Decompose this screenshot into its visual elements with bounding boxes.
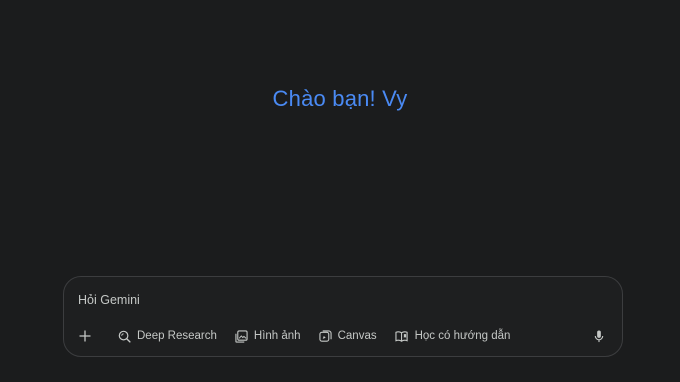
image-button[interactable]: Hình ảnh — [231, 325, 305, 347]
deep-research-button[interactable]: Deep Research — [114, 325, 221, 347]
prompt-composer: Deep Research Hình ảnh Canvas — [63, 276, 623, 357]
gemini-home: Chào bạn! Vy Deep Research — [0, 0, 680, 382]
canvas-button[interactable]: Canvas — [315, 325, 381, 347]
deep-research-icon — [118, 330, 131, 343]
plus-icon — [79, 330, 91, 342]
add-button[interactable] — [74, 325, 96, 347]
deep-research-label: Deep Research — [137, 330, 217, 342]
image-icon — [235, 329, 248, 343]
microphone-button[interactable] — [590, 327, 608, 345]
image-label: Hình ảnh — [253, 330, 301, 342]
guided-learning-button[interactable]: Học có hướng dẫn — [391, 325, 515, 347]
guided-learning-icon — [395, 330, 408, 342]
guided-learning-label: Học có hướng dẫn — [414, 330, 511, 342]
greeting-title: Chào bạn! Vy — [272, 86, 408, 111]
canvas-icon — [318, 329, 332, 342]
canvas-label: Canvas — [337, 330, 377, 342]
prompt-input[interactable] — [78, 291, 598, 309]
composer-toolbar: Deep Research Hình ảnh Canvas Học có hướ… — [74, 325, 524, 347]
microphone-icon — [594, 329, 604, 342]
